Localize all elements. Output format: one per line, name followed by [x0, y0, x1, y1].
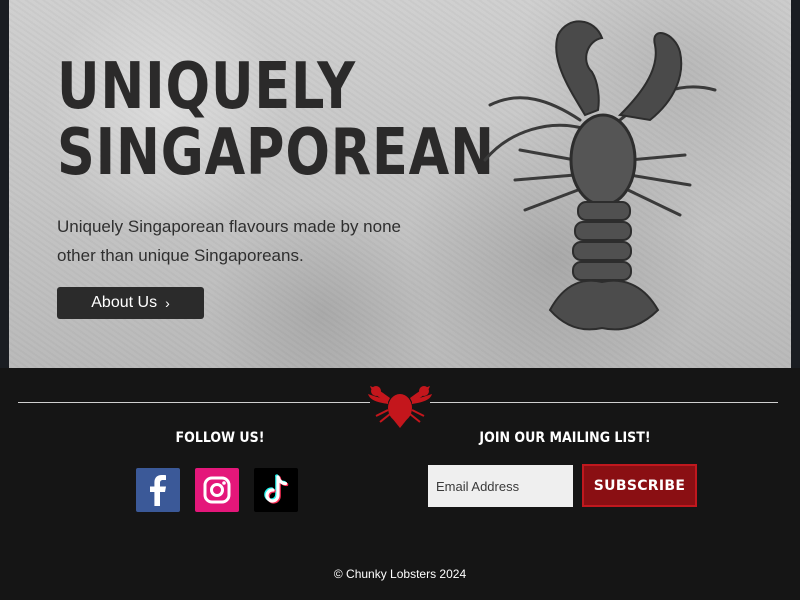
divider-line	[430, 402, 778, 403]
hero-subtitle: Uniquely Singaporean flavours made by no…	[57, 217, 402, 265]
mailing-list-heading: JOIN OUR MAILING LIST!	[479, 430, 651, 446]
page: UNIQUELY SINGAPOREAN Uniquely Singaporea…	[0, 0, 800, 600]
facebook-link[interactable]	[136, 468, 180, 512]
instagram-link[interactable]	[195, 468, 239, 512]
lobster-icon	[368, 386, 432, 428]
about-us-button[interactable]: About Us ›	[57, 287, 204, 319]
divider-line	[18, 402, 370, 403]
chevron-right-icon: ›	[165, 295, 170, 311]
footer: FOLLOW US! JOIN OUR MAILING LIST! Email …	[0, 368, 800, 600]
lobster-stencil-icon	[483, 20, 717, 331]
email-field[interactable]	[428, 465, 573, 507]
hero-banner: UNIQUELY SINGAPOREAN Uniquely Singaporea…	[0, 0, 800, 368]
copyright-text: © Chunky Lobsters 2024	[333, 567, 467, 581]
instagram-icon	[203, 476, 231, 504]
tiktok-icon	[264, 474, 289, 504]
hero-title: UNIQUELY SINGAPOREAN	[57, 54, 495, 186]
hero-title-line2: SINGAPOREAN	[57, 116, 495, 190]
hero-title-line1: UNIQUELY	[57, 50, 356, 124]
follow-us-heading: FOLLOW US!	[175, 430, 265, 446]
facebook-icon	[150, 475, 166, 506]
tiktok-link[interactable]	[254, 468, 298, 512]
subscribe-button[interactable]: SUBSCRIBE	[582, 464, 697, 507]
about-us-label: About Us	[91, 294, 158, 311]
